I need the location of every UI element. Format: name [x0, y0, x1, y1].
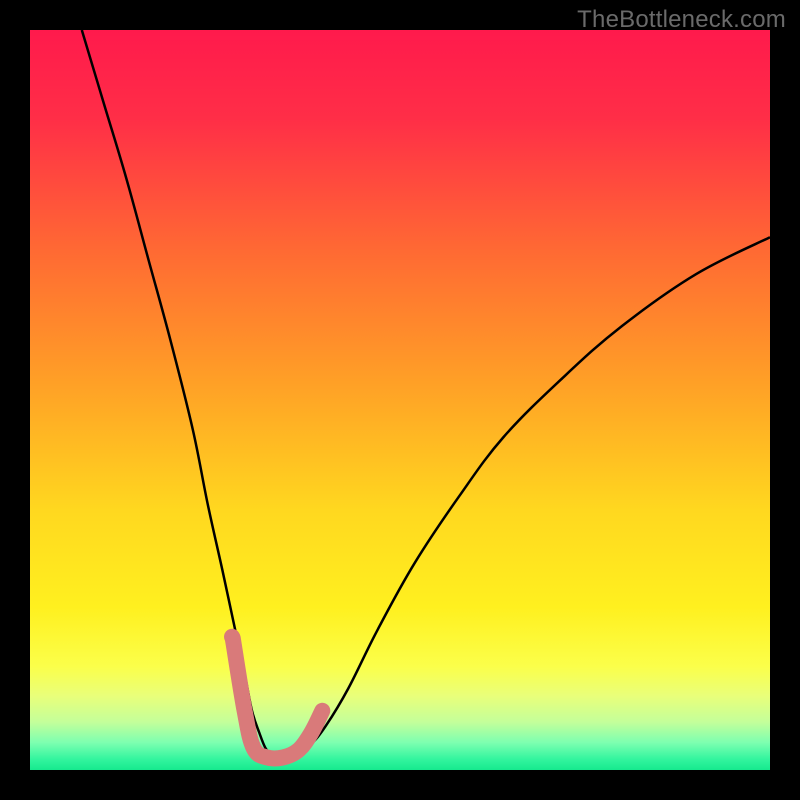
bottleneck-curve — [82, 30, 770, 759]
marker-dot — [224, 629, 240, 645]
curve-layer — [30, 30, 770, 770]
highlight-band — [233, 638, 323, 758]
plot-area — [30, 30, 770, 770]
chart-frame: TheBottleneck.com — [0, 0, 800, 800]
